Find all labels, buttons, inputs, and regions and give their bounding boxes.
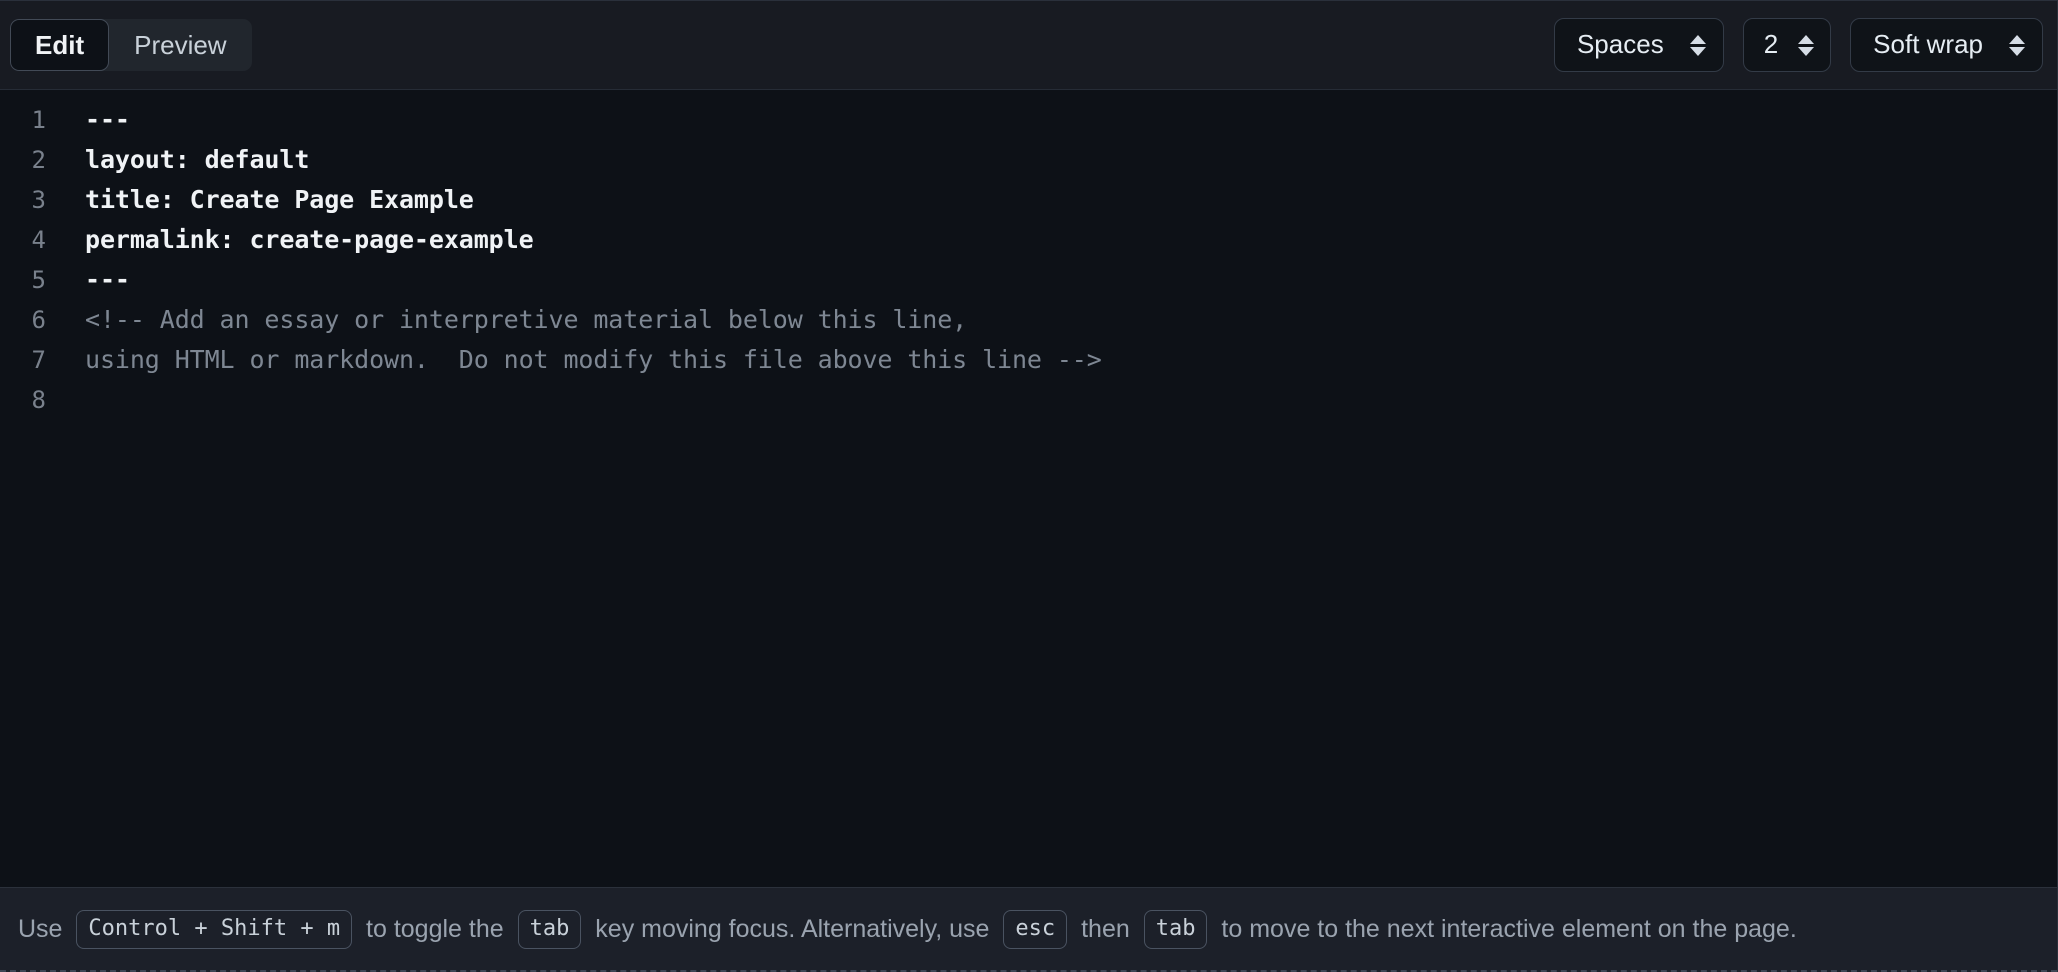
line-number: 7 (31, 346, 46, 374)
line-number: 1 (31, 106, 46, 134)
accessibility-status-bar: Use Control + Shift + m to toggle the ta… (0, 887, 2057, 972)
code-line: title: Create Page Example (85, 185, 474, 214)
toolbar-right-controls: Spaces 2 Soft wrap (1553, 18, 2043, 72)
status-bar-message: Use Control + Shift + m to toggle the ta… (18, 909, 1797, 949)
code-line: using HTML or markdown. Do not modify th… (85, 345, 1102, 374)
code-line: <!-- Add an essay or interpretive materi… (85, 305, 968, 334)
line-number: 6 (31, 306, 46, 334)
edit-preview-tab-group: Edit Preview (10, 19, 252, 71)
indent-style-select[interactable]: Spaces (1553, 18, 1724, 72)
line-number: 4 (31, 226, 46, 254)
line-number: 8 (31, 386, 46, 414)
status-text: then (1074, 914, 1137, 943)
status-text: Use (18, 914, 70, 943)
keyboard-shortcut-key: tab (1143, 909, 1208, 949)
tab-preview-label: Preview (134, 30, 227, 60)
tab-preview[interactable]: Preview (109, 19, 251, 71)
line-number: 5 (31, 266, 46, 294)
line-number: 2 (31, 146, 46, 174)
code-line: --- (85, 105, 130, 134)
line-number: 3 (31, 186, 46, 214)
code-line: layout: default (85, 145, 310, 174)
tab-edit[interactable]: Edit (10, 19, 110, 71)
indent-style-value: Spaces (1576, 29, 1664, 59)
up-down-chevron-icon (2009, 34, 2025, 56)
keyboard-shortcut-key: esc (1003, 909, 1068, 949)
up-down-chevron-icon (1798, 34, 1815, 56)
status-text: to toggle the (359, 914, 511, 943)
wrap-mode-select[interactable]: Soft wrap (1850, 18, 2043, 72)
indent-size-value: 2 (1763, 29, 1779, 59)
keyboard-shortcut-key: Control + Shift + m (76, 909, 353, 949)
code-line: permalink: create-page-example (85, 225, 534, 254)
code-editor-area[interactable]: 1 2 3 4 5 6 7 8 --- layout: default title: Create… (0, 90, 2057, 887)
code-line: --- (85, 265, 130, 294)
indent-size-select[interactable]: 2 (1742, 18, 1832, 72)
editor-toolbar: Edit Preview Spaces 2 Soft wrap (0, 1, 2057, 90)
status-text: to move to the next interactive element … (1214, 914, 1797, 943)
code-content[interactable]: --- layout: default title: Create Page Exa… (58, 100, 2057, 887)
keyboard-shortcut-key: tab (517, 909, 582, 949)
up-down-chevron-icon (1689, 34, 1706, 56)
status-text: key moving focus. Alternatively, use (588, 914, 997, 943)
wrap-mode-value: Soft wrap (1873, 29, 1983, 59)
markdown-editor: Edit Preview Spaces 2 Soft wrap 1 2 3 4 … (0, 0, 2058, 972)
tab-edit-label: Edit (35, 30, 85, 60)
line-number-gutter: 1 2 3 4 5 6 7 8 (0, 100, 58, 887)
